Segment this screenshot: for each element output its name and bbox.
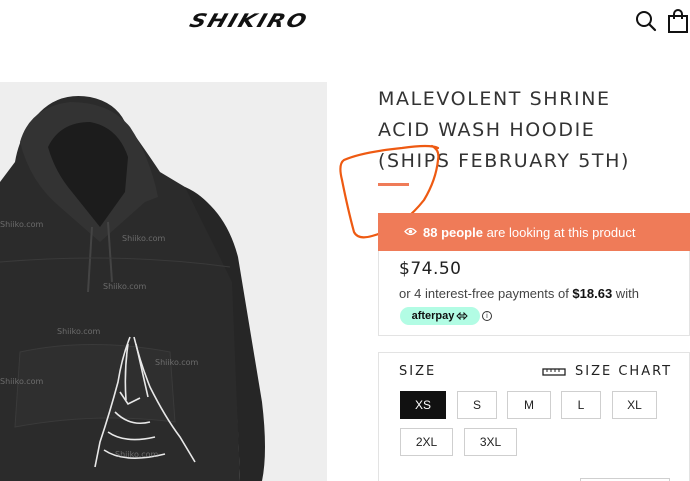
product-title-line: MALEVOLENT SHRINE xyxy=(378,88,611,110)
title-accent-line xyxy=(378,183,409,186)
viewers-banner: 88 people are looking at this product xyxy=(378,213,690,251)
search-icon xyxy=(636,11,657,32)
size-option-2xl[interactable]: 2XL xyxy=(400,428,453,456)
size-option-l[interactable]: L xyxy=(561,391,601,419)
watermark: Shiiko.com xyxy=(57,327,101,336)
search-button[interactable] xyxy=(633,8,659,34)
size-option-xl[interactable]: XL xyxy=(612,391,657,419)
product-title-line: ACID WASH HOODIE xyxy=(378,119,596,141)
brand-logo-text: SHIKIRO xyxy=(186,10,311,33)
hoodie-illustration xyxy=(0,96,265,481)
shopping-bag-icon xyxy=(668,9,688,33)
installments-text: or 4 interest-free payments of $18.63 wi… xyxy=(399,286,639,301)
size-option-s[interactable]: S xyxy=(457,391,497,419)
watermark: Shiiko.com xyxy=(122,234,166,243)
installments-prefix: or 4 interest-free payments of xyxy=(399,286,573,301)
size-chart-link[interactable]: SIZE CHART xyxy=(542,364,672,379)
product-image[interactable]: Shiiko.com Shiiko.com Shiiko.com Shiiko.… xyxy=(0,82,327,481)
size-label: SIZE xyxy=(399,364,437,379)
eye-icon xyxy=(404,227,417,236)
product-title: MALEVOLENT SHRINE ACID WASH HOODIE (SHIP… xyxy=(378,84,678,177)
watermark: Shiiko.com xyxy=(0,377,44,386)
viewers-suffix: are looking at this product xyxy=(482,224,636,240)
installments-amount: $18.63 xyxy=(572,286,613,301)
info-icon[interactable]: i xyxy=(482,311,492,321)
afterpay-badge[interactable]: afterpay xyxy=(400,307,480,325)
watermark: Shiiko.com xyxy=(155,358,199,367)
cart-button[interactable] xyxy=(665,8,690,34)
viewers-text: 88 people are looking at this product xyxy=(423,225,635,240)
watermark: Shiiko.com xyxy=(115,450,159,459)
watermark: Shiiko.com xyxy=(103,282,147,291)
product-price: $74.50 xyxy=(399,259,462,279)
afterpay-arrows-icon xyxy=(456,312,469,320)
installments-suffix: with xyxy=(612,286,639,301)
size-option-3xl[interactable]: 3XL xyxy=(464,428,517,456)
size-chart-label: SIZE CHART xyxy=(575,364,673,379)
product-title-line: (SHIPS FEBRUARY 5TH) xyxy=(378,150,631,172)
brand-logo[interactable]: SHIKIRO xyxy=(187,8,332,36)
size-option-m[interactable]: M xyxy=(507,391,551,419)
size-option-xs[interactable]: XS xyxy=(400,391,446,419)
ruler-icon xyxy=(542,367,566,376)
afterpay-label: afterpay xyxy=(411,310,455,322)
viewers-count: 88 people xyxy=(423,224,483,240)
watermark: Shiiko.com xyxy=(0,220,44,229)
